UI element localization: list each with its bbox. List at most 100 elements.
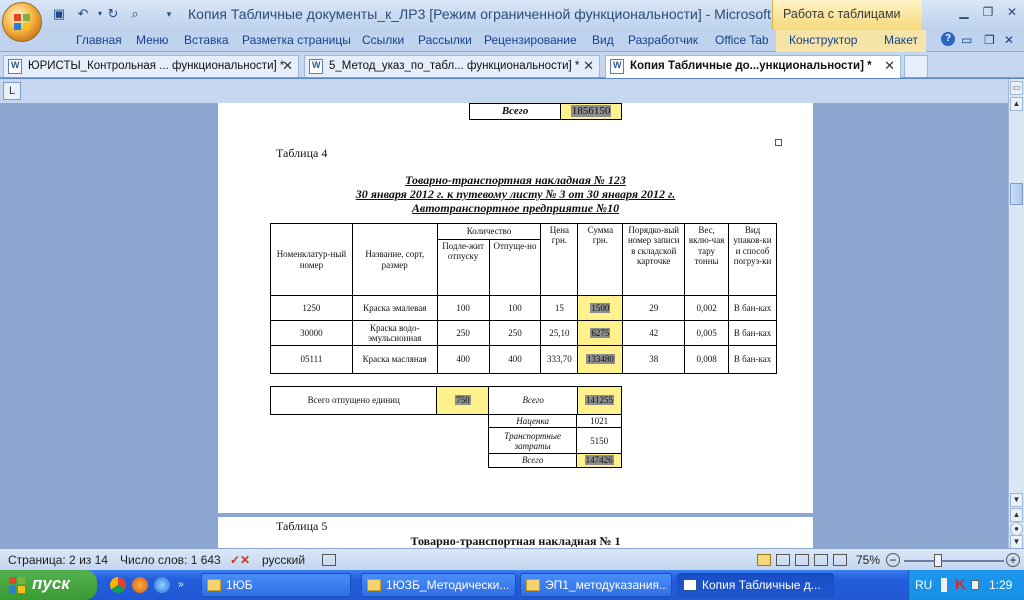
zoom-out-icon[interactable]: −	[886, 553, 900, 567]
undo-icon[interactable]: ↶	[74, 5, 92, 23]
table4-title-line-1: Товарно-транспортная накладная № 123	[405, 173, 626, 187]
header-price: Цена грн.	[540, 223, 579, 296]
close-button[interactable]: ✕	[1000, 2, 1024, 22]
prev-page-icon[interactable]: ▲	[1010, 508, 1023, 522]
table4-totals: Всего отпущено единиц 750 Всего 141255	[269, 386, 622, 415]
cell-to-issue: 400	[436, 345, 490, 374]
top-total-value[interactable]: 1856150	[560, 103, 622, 120]
header-weight: Вес, вклю-чая тару тонны	[684, 223, 730, 296]
cell-sum[interactable]: 1500	[577, 295, 624, 321]
tab-home[interactable]: Главная	[76, 33, 122, 47]
folder-icon	[367, 579, 381, 591]
close-tab-icon[interactable]: ✕	[583, 58, 594, 74]
total-value[interactable]: 141255	[577, 386, 622, 415]
save-icon[interactable]: ▣	[50, 5, 68, 23]
scroll-thumb[interactable]	[1010, 183, 1023, 205]
ribbon-close-icon[interactable]: ✕	[1004, 33, 1014, 47]
firefox-icon[interactable]	[132, 577, 148, 593]
ribbon-options-icon[interactable]: ▭	[961, 33, 972, 47]
document-area[interactable]: Всего 1856150 Таблица 4 Товарно-транспор…	[0, 103, 1008, 548]
office-button[interactable]	[2, 2, 42, 42]
word-count[interactable]: Число слов: 1 643	[120, 553, 221, 567]
print-layout-icon[interactable]	[757, 554, 771, 566]
vertical-scrollbar[interactable]: ▭ ▲ ▼ ▲ ● ▼	[1008, 79, 1024, 549]
tab-design[interactable]: Конструктор	[789, 33, 857, 47]
zoom-slider-track[interactable]	[904, 560, 1004, 562]
system-tray: RU K 1:29	[908, 570, 1024, 600]
customize-toolbar-icon[interactable]: ▾	[160, 5, 178, 23]
tab-menu[interactable]: Меню	[136, 33, 168, 47]
cell-sum[interactable]: 6275	[577, 320, 624, 346]
cell-pack: В бан-ках	[728, 320, 777, 346]
context-tab-table-tools: Работа с таблицами	[772, 0, 922, 30]
new-tab-button[interactable]	[904, 55, 928, 77]
ribbon-restore-icon[interactable]: ❐	[984, 33, 995, 47]
table-resize-handle[interactable]	[775, 139, 782, 146]
cell-nom: 05111	[270, 345, 353, 374]
tab-developer[interactable]: Разработчик	[628, 33, 698, 47]
select-browse-object-icon[interactable]: ●	[1010, 522, 1023, 536]
quicklaunch-more-icon[interactable]: »	[178, 579, 186, 591]
table-row: 30000 Краска водо-эмульсионная 250 250 2…	[270, 320, 777, 346]
tab-review[interactable]: Рецензирование	[484, 33, 577, 47]
scroll-up-icon[interactable]: ▲	[1010, 97, 1023, 111]
network-icon[interactable]	[971, 580, 979, 590]
tab-insert[interactable]: Вставка	[184, 33, 229, 47]
restore-button[interactable]: ❐	[976, 2, 1000, 22]
tab-view[interactable]: Вид	[592, 33, 614, 47]
taskbar-item[interactable]: 1ЮЗБ_Методически...	[361, 573, 516, 597]
close-tab-icon[interactable]: ✕	[884, 58, 895, 74]
taskbar-item[interactable]: 1ЮБ	[201, 573, 351, 597]
tab-office-tab[interactable]: Office Tab	[715, 33, 769, 47]
header-sum: Сумма грн.	[577, 223, 624, 296]
tab-references[interactable]: Ссылки	[362, 33, 404, 47]
cell-price: 15	[540, 295, 579, 321]
doc-tab-3[interactable]: Копия Табличные до...ункциональности] * …	[605, 55, 901, 78]
doc-tab-2[interactable]: 5_Метод_указ_по_табл... функциональности…	[304, 55, 600, 77]
cell-nom: 30000	[270, 320, 353, 346]
zoom-level[interactable]: 75%	[856, 553, 880, 567]
language-indicator-tray[interactable]: RU	[915, 578, 932, 592]
internet-explorer-icon[interactable]	[154, 577, 170, 593]
top-total-label: Всего	[468, 103, 562, 120]
next-page-icon[interactable]: ▼	[1010, 535, 1023, 549]
start-button[interactable]: пуск	[0, 570, 97, 600]
taskbar-item-active[interactable]: Копия Табличные д...	[677, 573, 834, 597]
web-layout-icon[interactable]	[795, 554, 809, 566]
markup-label: Наценка	[487, 413, 578, 429]
minimize-button[interactable]: ▁	[952, 2, 976, 22]
tab-mailings[interactable]: Рассылки	[418, 33, 472, 47]
help-icon[interactable]: ?	[941, 32, 955, 46]
full-screen-reading-icon[interactable]	[776, 554, 790, 566]
cell-weight: 0,002	[684, 295, 730, 321]
macro-record-icon[interactable]	[322, 554, 336, 566]
language-indicator[interactable]: русский	[262, 553, 305, 567]
antivirus-icon[interactable]: K	[955, 576, 966, 593]
tab-layout[interactable]: Макет	[884, 33, 918, 47]
cell-sum[interactable]: 133480	[577, 345, 624, 374]
zoom-in-icon[interactable]: +	[1006, 553, 1020, 567]
ruler-toggle-icon[interactable]: ▭	[1010, 81, 1023, 95]
word-doc-icon	[8, 59, 22, 74]
print-preview-icon[interactable]: ⌕	[126, 5, 144, 23]
spell-check-icon[interactable]: ✓✕	[230, 553, 250, 567]
word-doc-icon	[683, 579, 697, 591]
chrome-icon[interactable]	[110, 577, 126, 593]
page-counter[interactable]: Страница: 2 из 14	[8, 553, 108, 567]
redo-icon[interactable]: ↻	[104, 5, 122, 23]
zoom-slider-thumb[interactable]	[934, 554, 942, 567]
cell-to-issue: 100	[436, 295, 490, 321]
doc-tab-1[interactable]: ЮРИСТЫ_Контрольная ... функциональности]…	[3, 55, 299, 77]
tab-stop-selector[interactable]: L	[3, 82, 21, 100]
cell-price: 25,10	[540, 320, 579, 346]
tab-page-layout[interactable]: Разметка страницы	[242, 33, 351, 47]
total-issued-value[interactable]: 750	[436, 386, 490, 415]
taskbar-item[interactable]: ЭП1_методуказания...	[520, 573, 672, 597]
draft-icon[interactable]	[833, 554, 847, 566]
cell-weight: 0,005	[684, 320, 730, 346]
outline-icon[interactable]	[814, 554, 828, 566]
close-tab-icon[interactable]: ✕	[282, 58, 293, 74]
header-card-number: Порядко-вый номер записи в складской кар…	[622, 223, 686, 296]
scroll-down-icon[interactable]: ▼	[1010, 493, 1023, 507]
grand-total-value[interactable]: 147426	[576, 453, 622, 468]
